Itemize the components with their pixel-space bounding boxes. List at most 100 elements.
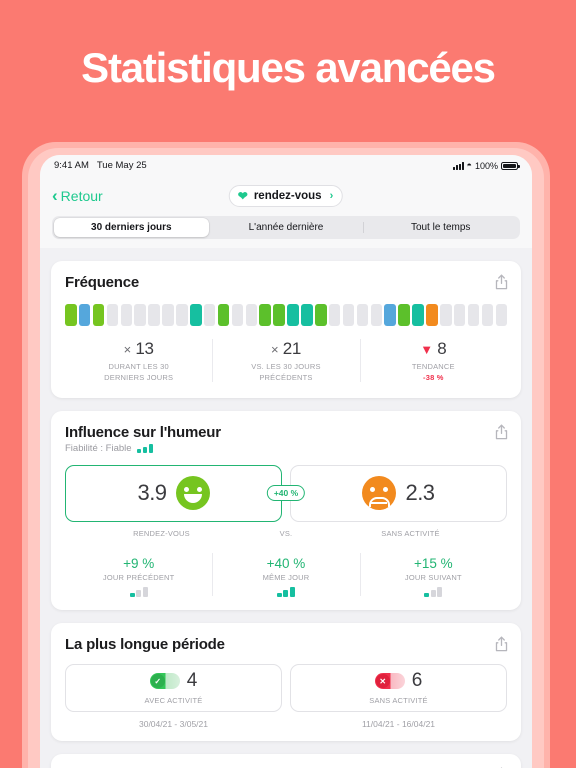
percent-same-day-label: MÊME JOUR — [262, 572, 310, 582]
mood-caption-row: RENDEZ-VOUS VS. SANS ACTIVITÉ — [65, 529, 507, 538]
frequency-bar — [78, 304, 91, 326]
status-time: 9:41 AM — [54, 160, 89, 171]
mood-box-with-activity[interactable]: 3.9 — [65, 464, 282, 522]
frequency-bar — [328, 304, 341, 326]
frequency-current-label: DURANT LES 30 DERNIERS JOURS — [104, 362, 174, 382]
frequency-bar — [440, 304, 452, 326]
frequency-bar — [65, 304, 77, 326]
frequency-bar — [176, 304, 188, 326]
confidence-bars-next-day — [362, 586, 505, 597]
streak-row: ✓ 4 AVEC ACTIVITÉ 30/04/21 - 3/05/21 ✕ 6… — [65, 663, 507, 729]
back-button[interactable]: ‹ Retour — [52, 185, 103, 205]
battery-icon — [501, 161, 520, 170]
status-bar: 9:41 AM Tue May 25 ◓ 100% — [40, 155, 532, 176]
streak-with-activity-box[interactable]: ✓ 4 AVEC ACTIVITÉ — [65, 663, 282, 712]
frequency-stats-row: × 13 DURANT LES 30 DERNIERS JOURS × 21 V… — [65, 337, 507, 386]
streak-without-activity-value: 6 — [411, 670, 423, 692]
frequency-stat-current: × 13 DURANT LES 30 DERNIERS JOURS — [65, 337, 212, 386]
frequency-bar — [217, 304, 230, 326]
frequency-bar — [120, 304, 133, 326]
streak-with-activity-label: AVEC ACTIVITÉ — [144, 696, 203, 706]
stats-scroll-content[interactable]: Fréquence × 13 DURANT LES 30 DERNIERS JO… — [40, 248, 532, 768]
heart-icon: ❤ — [237, 189, 248, 203]
frequency-bar-chart — [65, 304, 508, 326]
time-range-segmented-control[interactable]: 30 derniers jours L'année dernière Tout … — [52, 216, 520, 239]
multiplier-symbol: × — [270, 342, 279, 357]
longest-streak-card: La plus longue période ✓ 4 AVEC ACTIVITÉ… — [51, 622, 521, 741]
streak-with-activity: ✓ 4 AVEC ACTIVITÉ 30/04/21 - 3/05/21 — [65, 663, 282, 729]
streak-without-activity-date: 11/04/21 - 16/04/21 — [361, 718, 436, 729]
chevron-left-icon: ‹ — [52, 185, 58, 205]
mood-influence-card-title: Influence sur l'humeur — [65, 423, 221, 441]
page-title: Statistiques avancées — [81, 44, 496, 91]
percent-previous-day-label: JOUR PRÉCÉDENT — [102, 572, 175, 582]
frequency-bar — [398, 304, 410, 326]
segment-30-derniers-jours[interactable]: 30 derniers jours — [54, 218, 209, 237]
share-icon[interactable] — [495, 274, 508, 290]
chevron-right-icon: › — [329, 190, 334, 202]
frequency-bar — [245, 304, 258, 326]
cellular-signal-icon — [452, 162, 464, 170]
frequency-bar — [162, 304, 174, 326]
frequency-bar — [301, 304, 313, 326]
mood-comparison-row: 3.9 +40 % 2.3 — [65, 464, 507, 522]
frequency-stat-previous: × 21 VS. LES 30 JOURS PRÉCÉDENTS — [212, 337, 359, 386]
reliability-row: Fiabilité : Fiable — [65, 443, 507, 454]
frequency-bar — [273, 304, 285, 326]
streak-without-activity-box[interactable]: ✕ 6 SANS ACTIVITÉ — [290, 663, 507, 712]
frequency-bar — [203, 304, 216, 326]
caption-vs: VS. — [279, 528, 293, 538]
device-screen: 9:41 AM Tue May 25 ◓ 100% ‹ Retour ❤ ren… — [40, 155, 532, 768]
frequency-card-title: Fréquence — [65, 274, 140, 291]
frequency-bar — [342, 304, 355, 326]
segment-tout-le-temps[interactable]: Tout le temps — [363, 218, 518, 237]
frequency-trend-percent: -38 % — [423, 372, 444, 382]
percent-previous-day-value: +9 % — [123, 555, 155, 571]
check-icon: ✓ — [150, 674, 165, 689]
activity-name-label: rendez-vous — [253, 190, 322, 202]
frequency-bar — [384, 304, 396, 326]
frequency-bar — [231, 304, 244, 326]
frequency-card: Fréquence × 13 DURANT LES 30 DERNIERS JO… — [51, 261, 521, 398]
longest-streak-card-title: La plus longue période — [65, 635, 225, 653]
cross-icon: ✕ — [375, 674, 390, 689]
frequency-stat-trend: ▼ 8 TENDANCE -38 % — [359, 337, 507, 386]
frequency-bar — [467, 304, 480, 326]
percent-next-day: +15 % JOUR SUIVANT — [359, 552, 507, 598]
confidence-bars-same-day — [214, 586, 357, 597]
streak-with-activity-value: 4 — [186, 670, 198, 692]
status-date: Tue May 25 — [96, 160, 147, 171]
streak-without-activity: ✕ 6 SANS ACTIVITÉ 11/04/21 - 16/04/21 — [290, 663, 507, 729]
frequency-bar — [315, 304, 327, 326]
frequency-previous-label: VS. LES 30 JOURS PRÉCÉDENTS — [251, 362, 321, 382]
frequency-bar — [453, 304, 466, 326]
frequency-previous-value: 21 — [282, 339, 302, 358]
frequency-bar — [495, 304, 508, 326]
frequency-bar — [370, 304, 383, 326]
caption-with-activity: RENDEZ-VOUS — [133, 528, 190, 538]
reliability-bars-icon — [136, 443, 154, 453]
frequency-bar — [287, 304, 299, 326]
share-icon[interactable] — [495, 636, 508, 652]
mood-score-with-activity: 3.9 — [137, 480, 167, 506]
mood-counter-card: Compteur d'humeurs Appuyez sur une humeu… — [51, 753, 521, 768]
battery-percent: 100% — [474, 160, 498, 171]
frequency-bar — [259, 304, 271, 326]
percent-next-day-value: +15 % — [413, 555, 453, 571]
toggle-off-icon: ✕ — [374, 673, 405, 690]
back-button-label: Retour — [60, 188, 103, 204]
frequency-current-value: 13 — [135, 339, 154, 358]
percent-same-day-value: +40 % — [266, 555, 306, 571]
activity-selector-pill[interactable]: ❤ rendez-vous › — [228, 185, 344, 207]
mood-influence-card: Influence sur l'humeur Fiabilité : Fiabl… — [51, 410, 521, 610]
streak-without-activity-label: SANS ACTIVITÉ — [369, 696, 428, 706]
frequency-bar — [190, 304, 202, 326]
wifi-icon: ◓ — [466, 160, 472, 170]
mood-percent-row: +9 % JOUR PRÉCÉDENT +40 % MÊME JOUR +15 … — [65, 550, 507, 598]
percent-previous-day: +9 % JOUR PRÉCÉDENT — [65, 553, 212, 598]
mood-box-without-activity[interactable]: 2.3 — [290, 464, 507, 522]
toggle-on-icon: ✓ — [149, 673, 180, 690]
share-icon[interactable] — [495, 424, 508, 440]
segment-annee-derniere[interactable]: L'année dernière — [209, 218, 364, 237]
caption-without-activity: SANS ACTIVITÉ — [381, 528, 440, 538]
